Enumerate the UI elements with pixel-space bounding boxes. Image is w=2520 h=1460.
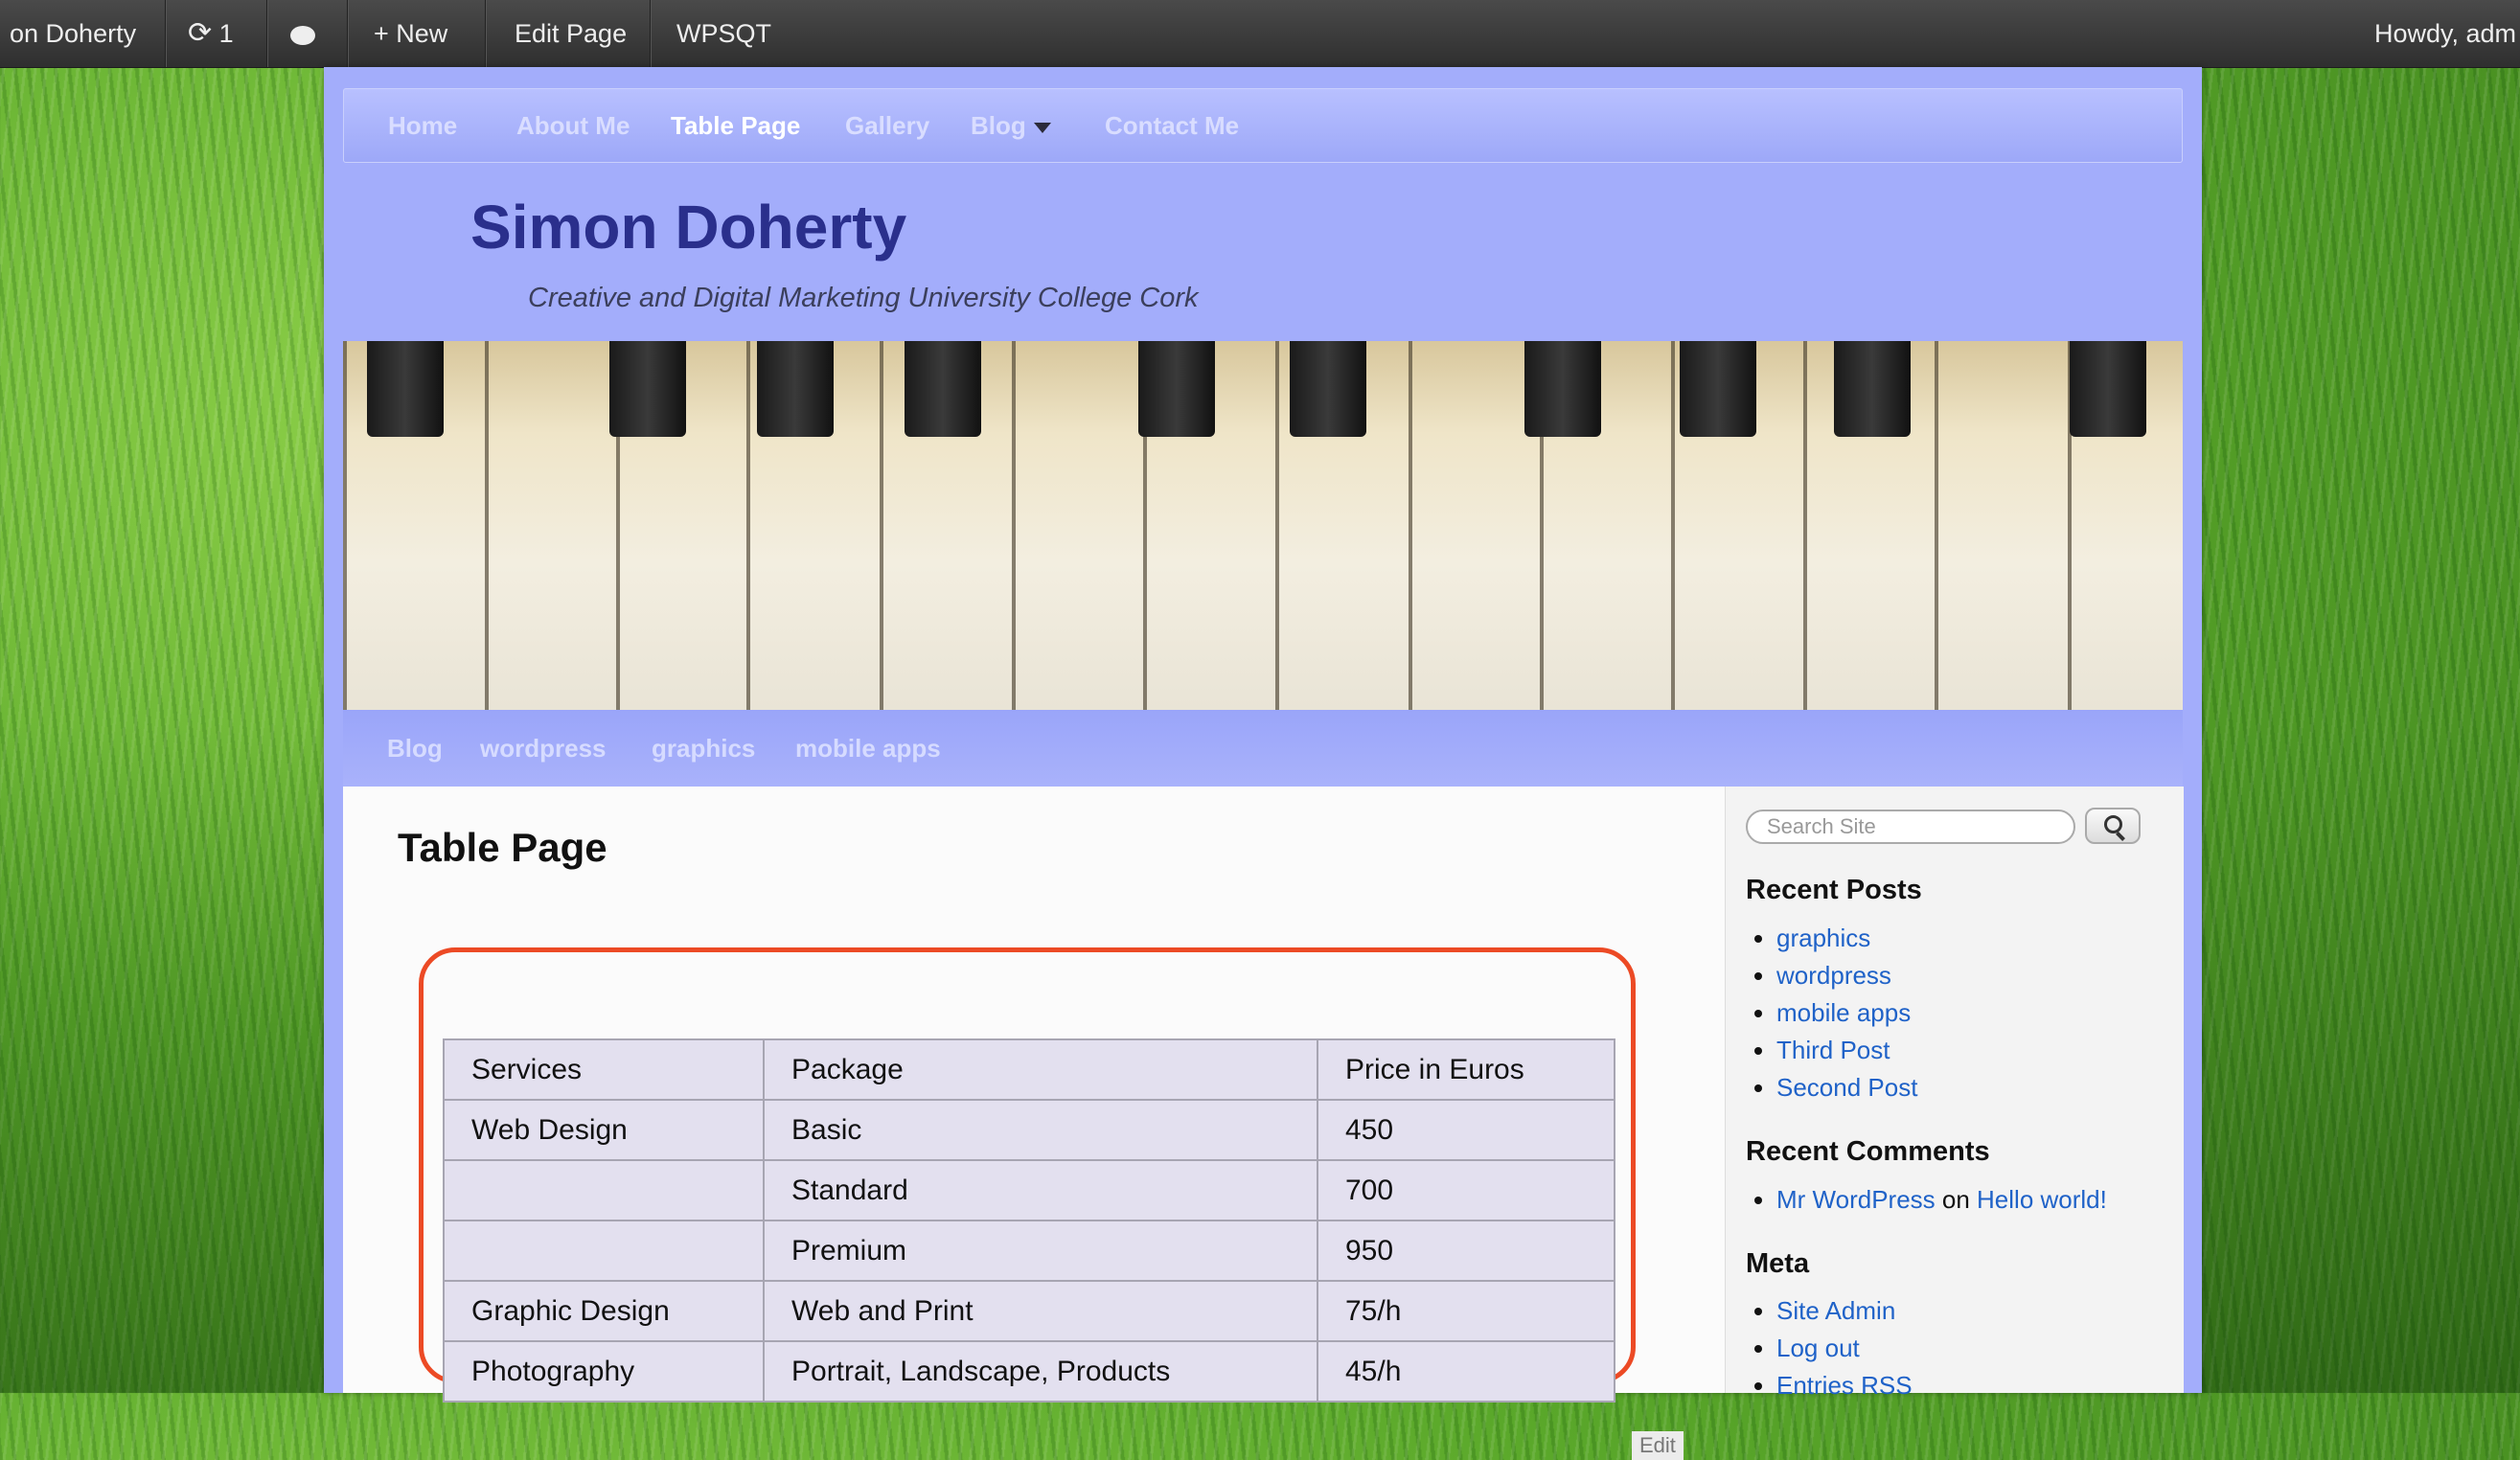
recent-post-link[interactable]: graphics	[1776, 924, 1870, 952]
table-row: Services Package Price in Euros	[443, 1038, 1615, 1101]
edit-page-button[interactable]: Edit Page	[515, 0, 627, 67]
comments-button[interactable]	[290, 0, 315, 67]
nav-item-blog-label: Blog	[971, 111, 1026, 140]
updates-button[interactable]: ⟳ 1	[188, 0, 234, 67]
table-cell: Basic	[763, 1099, 1318, 1161]
sidebar: Search Site Recent Posts graphics wordpr…	[1725, 787, 2184, 1400]
chevron-down-icon	[1033, 122, 1051, 133]
site-title[interactable]: Simon Doherty	[470, 192, 906, 262]
recent-post-link[interactable]: Second Post	[1776, 1073, 1917, 1102]
header-image-piano-keys	[343, 341, 2183, 710]
recent-post-link[interactable]: wordpress	[1776, 961, 1891, 990]
table-row: Graphic Design Web and Print 75/h	[443, 1280, 1615, 1342]
services-price-table: Services Package Price in Euros Web Desi…	[443, 1038, 1615, 1403]
subnav-item-wordpress[interactable]: wordpress	[480, 710, 607, 787]
table-cell: Web and Print	[763, 1280, 1318, 1342]
meta-heading: Meta	[1746, 1248, 1810, 1279]
search-button[interactable]	[2085, 808, 2141, 844]
table-cell: Premium	[763, 1220, 1318, 1282]
nav-item-home[interactable]: Home	[388, 89, 457, 162]
recent-posts-heading: Recent Posts	[1746, 875, 1922, 905]
updates-count: 1	[218, 19, 234, 48]
new-content-button[interactable]: + New	[374, 0, 447, 67]
admin-bar: on Doherty ⟳ 1 + New Edit Page WPSQT How…	[0, 0, 2520, 68]
list-item: Third Post	[1776, 1032, 1917, 1069]
primary-nav: Home About Me Table Page Gallery Blog Co…	[343, 88, 2183, 163]
admin-bar-user[interactable]: on Doherty	[10, 0, 136, 67]
comment-bubble-icon	[290, 25, 315, 45]
table-cell: Services	[443, 1038, 765, 1101]
edit-post-link[interactable]: Edit	[1632, 1431, 1684, 1460]
table-cell: Standard	[763, 1159, 1318, 1221]
table-cell: 450	[1317, 1099, 1615, 1161]
recent-post-link[interactable]: mobile apps	[1776, 998, 1911, 1027]
subnav-item-blog[interactable]: Blog	[387, 710, 443, 787]
table-cell: Web Design	[443, 1099, 765, 1161]
page-container: Home About Me Table Page Gallery Blog Co…	[324, 67, 2202, 1460]
table-cell	[443, 1220, 765, 1282]
nav-item-table-page[interactable]: Table Page	[671, 89, 800, 162]
list-item: Second Post	[1776, 1069, 1917, 1106]
site-description: Creative and Digital Marketing Universit…	[528, 283, 1199, 313]
entries-rss-link[interactable]: Entries RSS	[1776, 1371, 1913, 1400]
comment-on-text: on	[1935, 1185, 1978, 1214]
list-item: Site Admin	[1776, 1292, 1913, 1330]
subnav-item-graphics[interactable]: graphics	[652, 710, 755, 787]
table-cell: 700	[1317, 1159, 1615, 1221]
list-item: Log out	[1776, 1330, 1913, 1367]
main-content: Table Page Services Package Price in Eur…	[343, 787, 1725, 1460]
site-admin-link[interactable]: Site Admin	[1776, 1296, 1895, 1325]
comment-post-link[interactable]: Hello world!	[1977, 1185, 2107, 1214]
table-row: Standard 700	[443, 1159, 1615, 1221]
meta-list: Site Admin Log out Entries RSS	[1746, 1292, 1913, 1404]
comment-author-link[interactable]: Mr WordPress	[1776, 1185, 1936, 1214]
recent-comments-list: Mr WordPress on Hello world!	[1746, 1181, 2107, 1219]
subnav-item-mobile-apps[interactable]: mobile apps	[795, 710, 941, 787]
recent-comments-heading: Recent Comments	[1746, 1136, 1990, 1167]
table-cell: Graphic Design	[443, 1280, 765, 1342]
howdy-user-menu[interactable]: Howdy, adm	[2374, 0, 2516, 67]
nav-item-gallery[interactable]: Gallery	[845, 89, 929, 162]
table-cell: 950	[1317, 1220, 1615, 1282]
table-row: Web Design Basic 450	[443, 1099, 1615, 1161]
list-item: mobile apps	[1776, 994, 1917, 1032]
list-item: wordpress	[1776, 957, 1917, 994]
list-item: Mr WordPress on Hello world!	[1776, 1181, 2107, 1219]
table-cell: Price in Euros	[1317, 1038, 1615, 1101]
nav-item-about-me[interactable]: About Me	[516, 89, 630, 162]
wpsqt-menu[interactable]: WPSQT	[676, 0, 771, 67]
table-cell	[443, 1159, 765, 1221]
list-item: graphics	[1776, 920, 1917, 957]
nav-item-blog[interactable]: Blog	[971, 89, 1051, 162]
search-input[interactable]: Search Site	[1746, 810, 2075, 844]
recent-posts-list: graphics wordpress mobile apps Third Pos…	[1746, 920, 1917, 1106]
table-cell: 75/h	[1317, 1280, 1615, 1342]
table-row: Premium 950	[443, 1220, 1615, 1282]
recent-post-link[interactable]: Third Post	[1776, 1036, 1890, 1064]
table-cell: Package	[763, 1038, 1318, 1101]
list-item: Entries RSS	[1776, 1367, 1913, 1404]
log-out-link[interactable]: Log out	[1776, 1334, 1860, 1362]
secondary-nav: Blog wordpress graphics mobile apps	[343, 710, 2183, 787]
refresh-icon: ⟳	[188, 17, 213, 49]
page-title: Table Page	[398, 825, 607, 870]
nav-item-contact-me[interactable]: Contact Me	[1105, 89, 1239, 162]
